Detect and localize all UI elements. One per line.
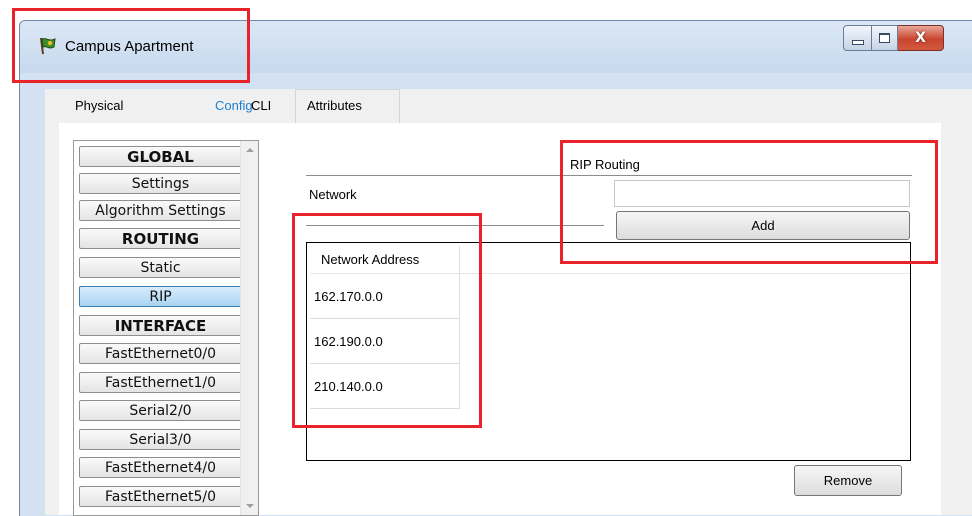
sidebar-item-static[interactable]: Static (79, 257, 242, 278)
config-sidebar: GLOBAL Settings Algorithm Settings ROUTI… (73, 140, 259, 516)
title-bar[interactable]: Campus Apartment X (20, 21, 972, 73)
maximize-button[interactable] (872, 25, 898, 51)
window-controls: X (843, 25, 944, 51)
tab-physical[interactable]: Physical (75, 96, 123, 115)
tab-bar: Physical Config CLI Attributes (45, 89, 972, 127)
network-label: Network (309, 187, 357, 202)
sidebar-scrollbar[interactable] (240, 141, 258, 515)
sidebar-item-rip[interactable]: RIP (79, 286, 242, 307)
sidebar-header-global[interactable]: GLOBAL (79, 146, 242, 167)
remove-button[interactable]: Remove (794, 465, 902, 496)
tab-config[interactable]: Config (215, 96, 253, 115)
sidebar-item-fastethernet4-0[interactable]: FastEthernet4/0 (79, 457, 242, 478)
sidebar-item-settings[interactable]: Settings (79, 173, 242, 194)
tab-attributes[interactable]: Attributes (307, 96, 362, 115)
close-icon: X (915, 30, 926, 46)
table-row[interactable]: 210.140.0.0 (310, 364, 460, 409)
network-input[interactable] (614, 180, 910, 207)
sidebar-header-interface[interactable]: INTERFACE (79, 315, 242, 336)
table-row[interactable]: 162.190.0.0 (310, 319, 460, 364)
tab-cli[interactable]: CLI (251, 96, 271, 115)
minimize-button[interactable] (843, 25, 872, 51)
router-flag-icon (40, 37, 56, 55)
scroll-down-icon[interactable] (246, 504, 254, 508)
rip-routing-title: RIP Routing (570, 157, 640, 172)
window-title: Campus Apartment (65, 38, 194, 55)
minimize-icon (851, 39, 864, 45)
sidebar-item-fastethernet1-0[interactable]: FastEthernet1/0 (79, 372, 242, 393)
sidebar-item-fastethernet0-0[interactable]: FastEthernet0/0 (79, 343, 242, 364)
header-divider (460, 273, 910, 274)
close-button[interactable]: X (898, 25, 944, 51)
title-divider (306, 175, 912, 176)
sidebar-item-serial2-0[interactable]: Serial2/0 (79, 400, 242, 421)
sidebar-item-algorithm-settings[interactable]: Algorithm Settings (79, 200, 242, 221)
sidebar-header-routing[interactable]: ROUTING (79, 228, 242, 249)
network-address-header[interactable]: Network Address (310, 246, 460, 274)
network-table: Network Address 162.170.0.0 162.190.0.0 … (306, 242, 911, 461)
sidebar-item-fastethernet5-0[interactable]: FastEthernet5/0 (79, 486, 242, 507)
table-row[interactable]: 162.170.0.0 (310, 274, 460, 319)
scroll-up-icon[interactable] (246, 148, 254, 152)
maximize-icon (879, 33, 890, 43)
add-button[interactable]: Add (616, 211, 910, 240)
network-divider (306, 225, 604, 226)
sidebar-item-serial3-0[interactable]: Serial3/0 (79, 429, 242, 450)
